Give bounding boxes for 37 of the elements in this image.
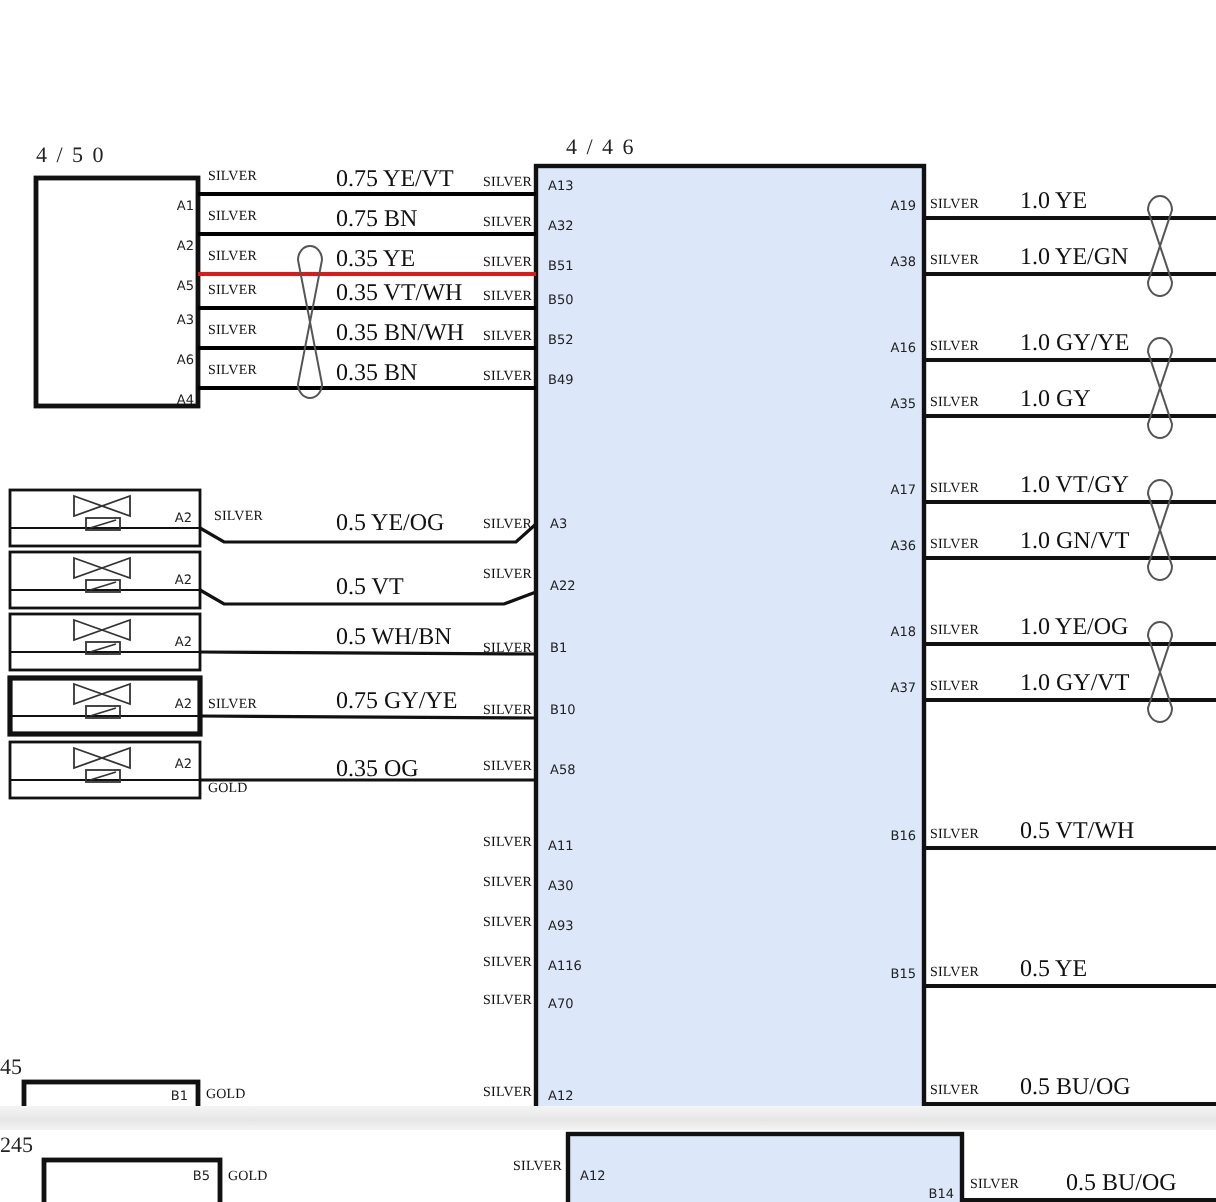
wire-label: 0.75 YE/VT bbox=[336, 164, 454, 192]
wire-label: 0.35 YE bbox=[336, 244, 416, 272]
wire-label: 0.35 BN/WH bbox=[336, 318, 464, 346]
valve-icon bbox=[73, 746, 131, 783]
wire-label: 0.35 BN bbox=[336, 358, 418, 386]
wire-label: 0.5 BU/OG bbox=[1066, 1168, 1177, 1196]
wire-label: 0.75 BN bbox=[336, 204, 418, 232]
wire-label: 0.5 BU/OG bbox=[1020, 1072, 1131, 1100]
wire-label: 0.5 YE bbox=[1020, 954, 1088, 982]
twisted-pair-icon bbox=[297, 245, 323, 399]
wire-label: 0.5 VT bbox=[336, 572, 404, 600]
wire-label: 0.75 GY/YE bbox=[336, 686, 458, 714]
twisted-pair-icon bbox=[1147, 479, 1173, 581]
wire-label: 0.5 WH/BN bbox=[336, 622, 452, 650]
wire-label: 1.0 GY bbox=[1020, 384, 1091, 412]
connector-title: 45 bbox=[0, 1056, 22, 1080]
twisted-pair-icon bbox=[1147, 621, 1173, 723]
wire-label: 1.0 GY/YE bbox=[1020, 328, 1130, 356]
wire-label: 1.0 YE/OG bbox=[1020, 612, 1129, 640]
valve-icon bbox=[73, 494, 131, 531]
valve-icon bbox=[73, 682, 131, 719]
twisted-pair-icon bbox=[1147, 337, 1173, 439]
wire-label: 0.35 VT/WH bbox=[336, 278, 463, 306]
wire-label: 1.0 GY/VT bbox=[1020, 668, 1130, 696]
wire-label: 1.0 GN/VT bbox=[1020, 526, 1130, 554]
wire-label: 0.5 VT/WH bbox=[1020, 816, 1135, 844]
valve-icon bbox=[73, 618, 131, 655]
wire-label: 0.35 OG bbox=[336, 754, 419, 782]
wire-label: 1.0 YE/GN bbox=[1020, 242, 1129, 270]
wire-label: 0.5 YE/OG bbox=[336, 508, 445, 536]
twisted-pair-icon bbox=[1147, 195, 1173, 297]
valve-icon bbox=[73, 556, 131, 593]
wire-label: 1.0 VT/GY bbox=[1020, 470, 1129, 498]
connector-title: 245 bbox=[0, 1134, 33, 1158]
connector-title: 4 / 5 0 bbox=[36, 144, 106, 168]
connector-title: 4 / 4 6 bbox=[566, 136, 636, 160]
wire-label: 1.0 YE bbox=[1020, 186, 1088, 214]
